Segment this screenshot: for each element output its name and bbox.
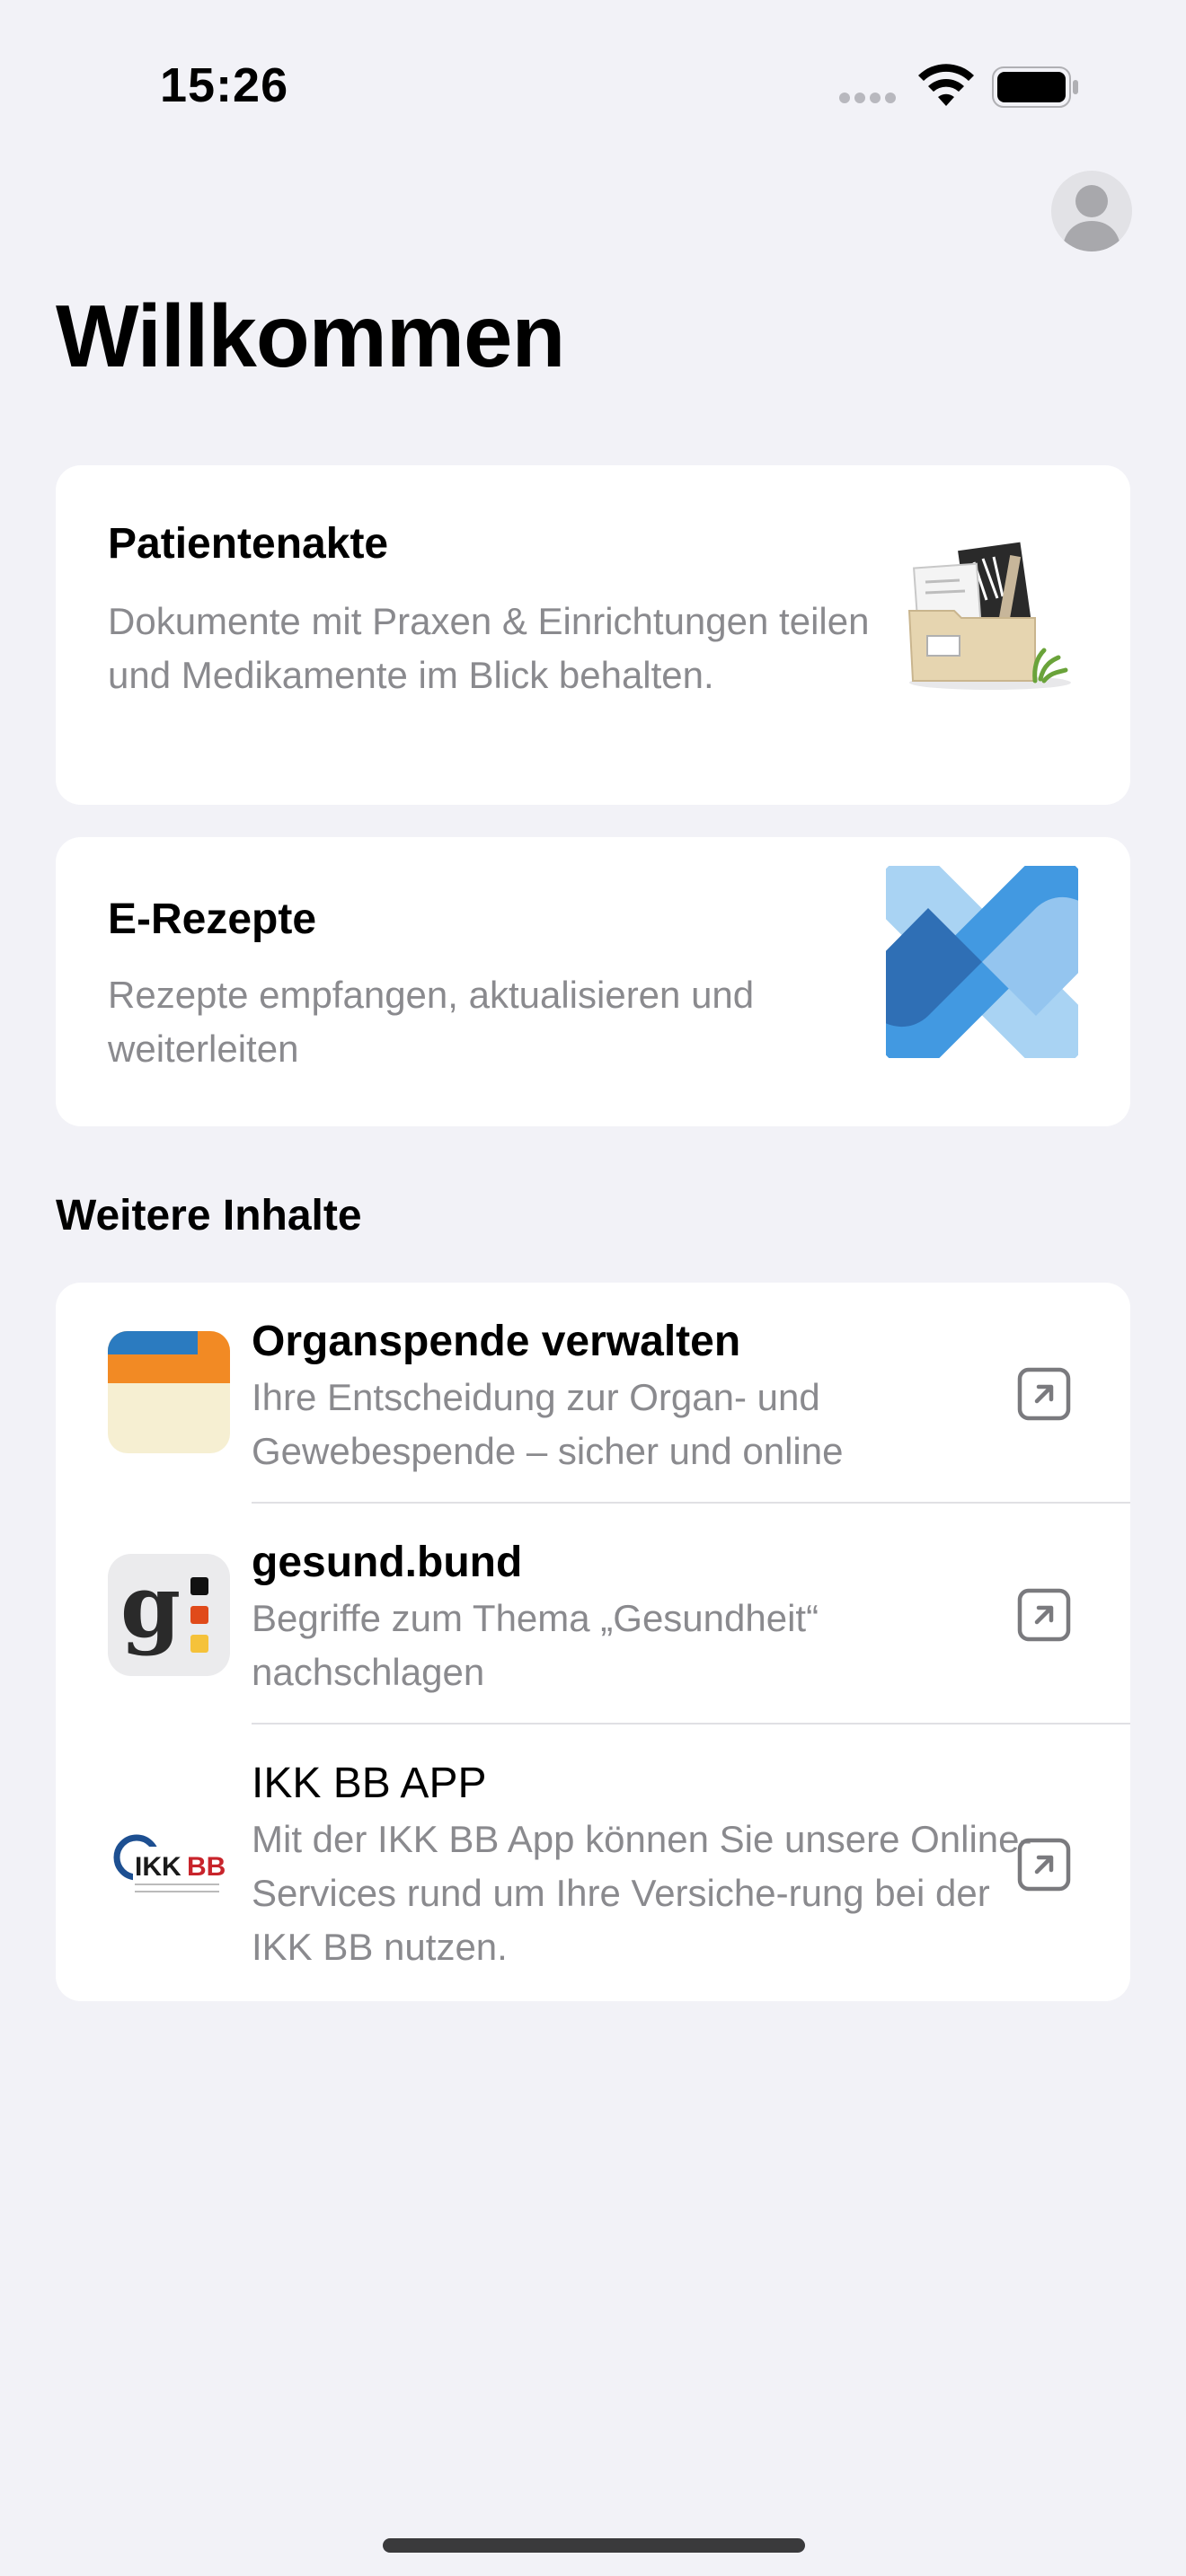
card-title: E-Rezepte (108, 895, 317, 943)
section-title: Weitere Inhalte (56, 1192, 362, 1239)
card-description: Dokumente mit Praxen & Einrichtungen tei… (108, 600, 870, 696)
item-subtitle: Begriffe zum Thema „Gesundheit“ nachschl… (252, 1597, 819, 1693)
battery-icon (992, 66, 1078, 108)
item-subtitle: Ihre Entscheidung zur Organ- und Gewebes… (252, 1376, 844, 1472)
e-rezepte-card[interactable]: E-Rezepte Rezepte empfangen, aktualisier… (56, 837, 1130, 1126)
item-subtitle: Mit der IKK BB App können Sie unsere Onl… (252, 1818, 1032, 1968)
ikk-logo-text: IKK (135, 1852, 181, 1882)
card-description: Rezepte empfangen, aktualisieren und wei… (108, 974, 755, 1070)
card-title: Patientenakte (108, 520, 389, 568)
item-title: Organspende verwalten (252, 1318, 741, 1365)
item-title: gesund.bund (252, 1539, 523, 1586)
gesund-bund-app-icon: g (108, 1554, 230, 1676)
wifi-icon (918, 64, 974, 106)
cellular-signal-icon (839, 92, 902, 104)
item-title: IKK BB APP (252, 1760, 487, 1807)
home-indicator[interactable] (383, 2538, 805, 2553)
svg-text:g: g (120, 1556, 181, 1657)
status-time: 15:26 (160, 58, 289, 112)
list-item-organspende[interactable]: Organspende verwalten Ihre Entscheidung … (56, 1283, 1130, 1504)
patientenakte-card[interactable]: Patientenakte Dokumente mit Praxen & Ein… (56, 465, 1130, 805)
ikk-bb-app-icon: IKK BB (108, 1804, 230, 1926)
person-icon (1062, 185, 1121, 251)
list-item-gesund-bund[interactable]: g gesund.bund Begriffe zum Thema „Gesund… (56, 1504, 1130, 1725)
prescription-cross-icon (886, 866, 1078, 1058)
profile-avatar-button[interactable] (1051, 171, 1132, 251)
weitere-inhalte-list: Organspende verwalten Ihre Entscheidung … (56, 1283, 1130, 2001)
external-link-icon (1017, 1588, 1071, 1642)
organspende-app-icon (108, 1331, 230, 1453)
external-link-icon (1017, 1838, 1071, 1892)
external-link-icon (1017, 1367, 1071, 1421)
folder-documents-illustration (907, 542, 1071, 690)
list-item-ikk-bb-app[interactable]: IKK BB IKK BB APP Mit der IKK BB App kön… (56, 1725, 1130, 2001)
svg-text:BB: BB (187, 1852, 226, 1882)
page-title: Willkommen (56, 287, 565, 385)
